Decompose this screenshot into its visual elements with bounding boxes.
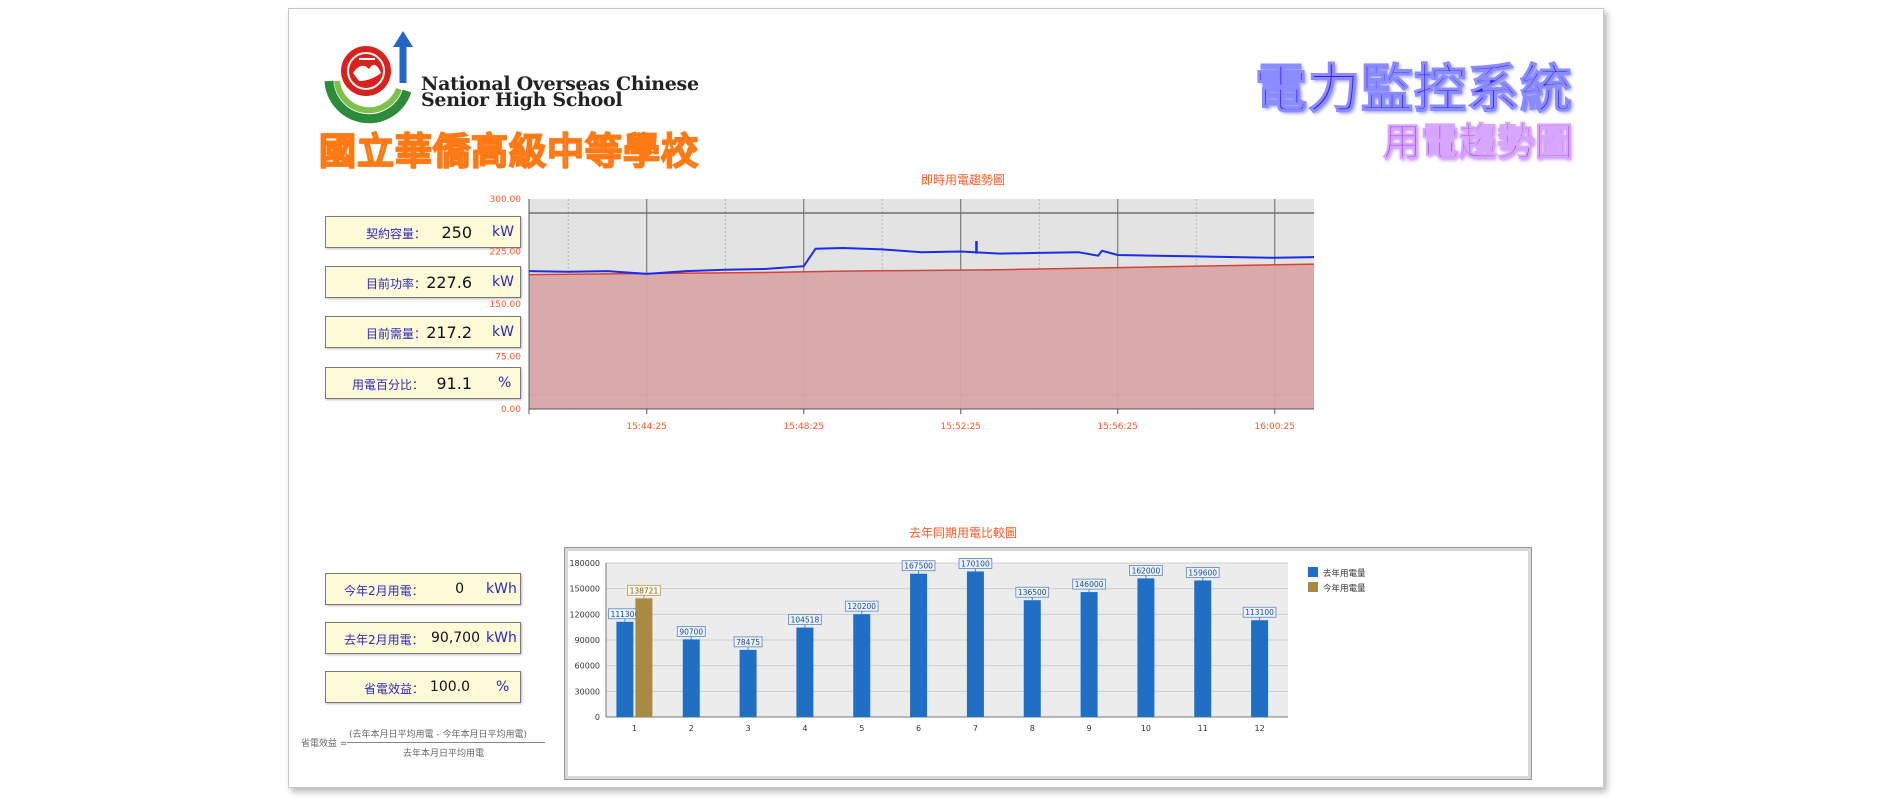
data-label: 162000 bbox=[1132, 566, 1161, 575]
legend-swatch bbox=[1308, 582, 1318, 592]
last-year-feb-usage-unit: kWh bbox=[486, 630, 517, 646]
this-year-feb-usage-unit: kWh bbox=[486, 581, 517, 597]
last-year-usage-bar bbox=[966, 571, 984, 717]
trend-x-tick-label: 15:56:25 bbox=[1098, 422, 1138, 432]
last-year-feb-usage-label: 去年2月用電： bbox=[344, 633, 424, 647]
last-year-usage-bar bbox=[682, 639, 700, 717]
last-year-usage-bar bbox=[616, 621, 634, 717]
last-year-usage-bar bbox=[1194, 580, 1212, 717]
usage-percentage-label: 用電百分比： bbox=[352, 378, 425, 392]
yearly-comparison-chart: 0 30000 60000 90000 120000 150000 180000 111300… bbox=[569, 558, 1366, 733]
data-label: 136500 bbox=[1018, 588, 1047, 597]
legend-label: 去年用電量 bbox=[1323, 568, 1366, 579]
trend-y-tick-label: 75.00 bbox=[495, 353, 521, 363]
power-saving-label: 省電效益： bbox=[364, 682, 425, 696]
power-saving-box: 省電效益： 100.0 % bbox=[325, 671, 521, 703]
formula-fraction-line bbox=[347, 742, 545, 743]
contract-capacity-value: 250 bbox=[441, 223, 472, 242]
last-year-usage-bar bbox=[853, 614, 871, 717]
trend-y-tick-label: 300.00 bbox=[490, 195, 522, 205]
trend-y-tick-label: 150.00 bbox=[490, 300, 522, 310]
power-saving-unit: % bbox=[496, 679, 510, 695]
current-power-label: 目前功率： bbox=[366, 277, 427, 291]
current-demand-value: 217.2 bbox=[426, 323, 472, 342]
comparison-x-tick-label: 8 bbox=[1030, 724, 1035, 733]
comparison-x-tick-label: 1 bbox=[632, 724, 637, 733]
comparison-x-tick-label: 9 bbox=[1087, 724, 1092, 733]
last-year-usage-bar bbox=[1251, 620, 1269, 717]
school-name-english-line2: Senior High School bbox=[421, 89, 623, 111]
trend-x-tick-label: 16:00:25 bbox=[1255, 422, 1295, 432]
legend-swatch bbox=[1308, 567, 1318, 577]
trend-x-tick-label: 15:52:25 bbox=[941, 422, 981, 432]
data-label: 104518 bbox=[791, 616, 820, 625]
school-logo bbox=[324, 31, 413, 124]
this-year-feb-usage-value: 0 bbox=[455, 581, 464, 597]
this-year-feb-usage-box: 今年2月用電： 0 kWh bbox=[325, 573, 521, 605]
comparison-y-tick-label: 180000 bbox=[569, 559, 600, 568]
comparison-x-tick-label: 4 bbox=[802, 724, 807, 733]
last-year-usage-bar bbox=[1137, 578, 1155, 717]
comparison-x-tick-label: 5 bbox=[859, 724, 864, 733]
data-label: 113100 bbox=[1245, 608, 1274, 617]
power-saving-value: 100.0 bbox=[429, 679, 470, 695]
usage-percentage-value: 91.1 bbox=[436, 374, 472, 393]
data-label: 146000 bbox=[1075, 580, 1104, 589]
last-year-usage-bar bbox=[1023, 600, 1041, 717]
trend-x-tick-label: 15:44:25 bbox=[627, 422, 667, 432]
trend-chart-title: 即時用電趨勢圖 bbox=[920, 173, 1005, 187]
last-year-feb-usage-box: 去年2月用電： 90,700 kWh bbox=[325, 622, 521, 654]
data-label: 78475 bbox=[736, 638, 760, 647]
comparison-y-tick-label: 30000 bbox=[575, 687, 600, 696]
comparison-y-tick-label: 60000 bbox=[575, 662, 600, 671]
last-year-usage-bar bbox=[910, 573, 928, 717]
comparison-chart-title: 去年同期用電比較圖 bbox=[908, 526, 1017, 540]
formula-prefix: 省電效益 = bbox=[301, 739, 348, 749]
comparison-x-tick-label: 7 bbox=[973, 724, 978, 733]
comparison-x-tick-label: 6 bbox=[916, 724, 921, 733]
data-label: 90700 bbox=[679, 627, 703, 636]
current-power-value: 227.6 bbox=[426, 273, 472, 292]
comparison-x-tick-label: 2 bbox=[689, 724, 694, 733]
this-year-feb-usage-label: 今年2月用電： bbox=[344, 584, 424, 598]
power-area-series bbox=[529, 264, 1314, 409]
formula-numerator: (去年本月日平均用電 - 今年本月日平均用電) bbox=[349, 730, 527, 740]
last-year-usage-bar bbox=[1080, 592, 1098, 717]
trend-y-tick-label: 225.00 bbox=[490, 248, 522, 258]
trend-y-tick-label: 0.00 bbox=[501, 405, 521, 415]
comparison-x-tick-label: 10 bbox=[1141, 724, 1151, 733]
comparison-x-tick-label: 11 bbox=[1198, 724, 1208, 733]
school-name-chinese: 國立華僑高級中等學校 bbox=[318, 129, 699, 174]
comparison-y-tick-label: 120000 bbox=[569, 610, 600, 619]
data-label: 167500 bbox=[904, 562, 933, 571]
data-label: 138721 bbox=[630, 586, 659, 595]
formula-denominator: 去年本月日平均用電 bbox=[403, 749, 485, 759]
last-year-feb-usage-value: 90,700 bbox=[431, 630, 480, 646]
dashboard-panel: National Overseas Chinese Senior High Sc… bbox=[288, 8, 1604, 788]
this-year-usage-bar bbox=[635, 598, 653, 717]
data-label: 111300 bbox=[611, 610, 640, 619]
page-subtitle: 用電趨勢圖 bbox=[1382, 120, 1573, 165]
comparison-y-tick-label: 0 bbox=[595, 713, 600, 722]
data-label: 170100 bbox=[961, 559, 990, 568]
data-label: 159600 bbox=[1188, 568, 1217, 577]
last-year-usage-bar bbox=[796, 627, 814, 717]
legend-label: 今年用電量 bbox=[1323, 583, 1366, 594]
comparison-x-tick-label: 12 bbox=[1254, 724, 1264, 733]
trend-x-tick-label: 15:48:25 bbox=[784, 422, 824, 432]
last-year-usage-bar bbox=[739, 649, 757, 717]
realtime-trend-chart: 0.00 75.00 150.00 225.00 300.00 15:44:25 15:48… bbox=[490, 195, 1315, 432]
current-demand-label: 目前需量： bbox=[366, 327, 427, 341]
data-label: 120200 bbox=[847, 602, 876, 611]
contract-capacity-label: 契約容量： bbox=[366, 227, 427, 241]
comparison-y-tick-label: 90000 bbox=[575, 636, 600, 645]
comparison-y-tick-label: 150000 bbox=[569, 585, 600, 594]
comparison-x-tick-label: 3 bbox=[746, 724, 751, 733]
